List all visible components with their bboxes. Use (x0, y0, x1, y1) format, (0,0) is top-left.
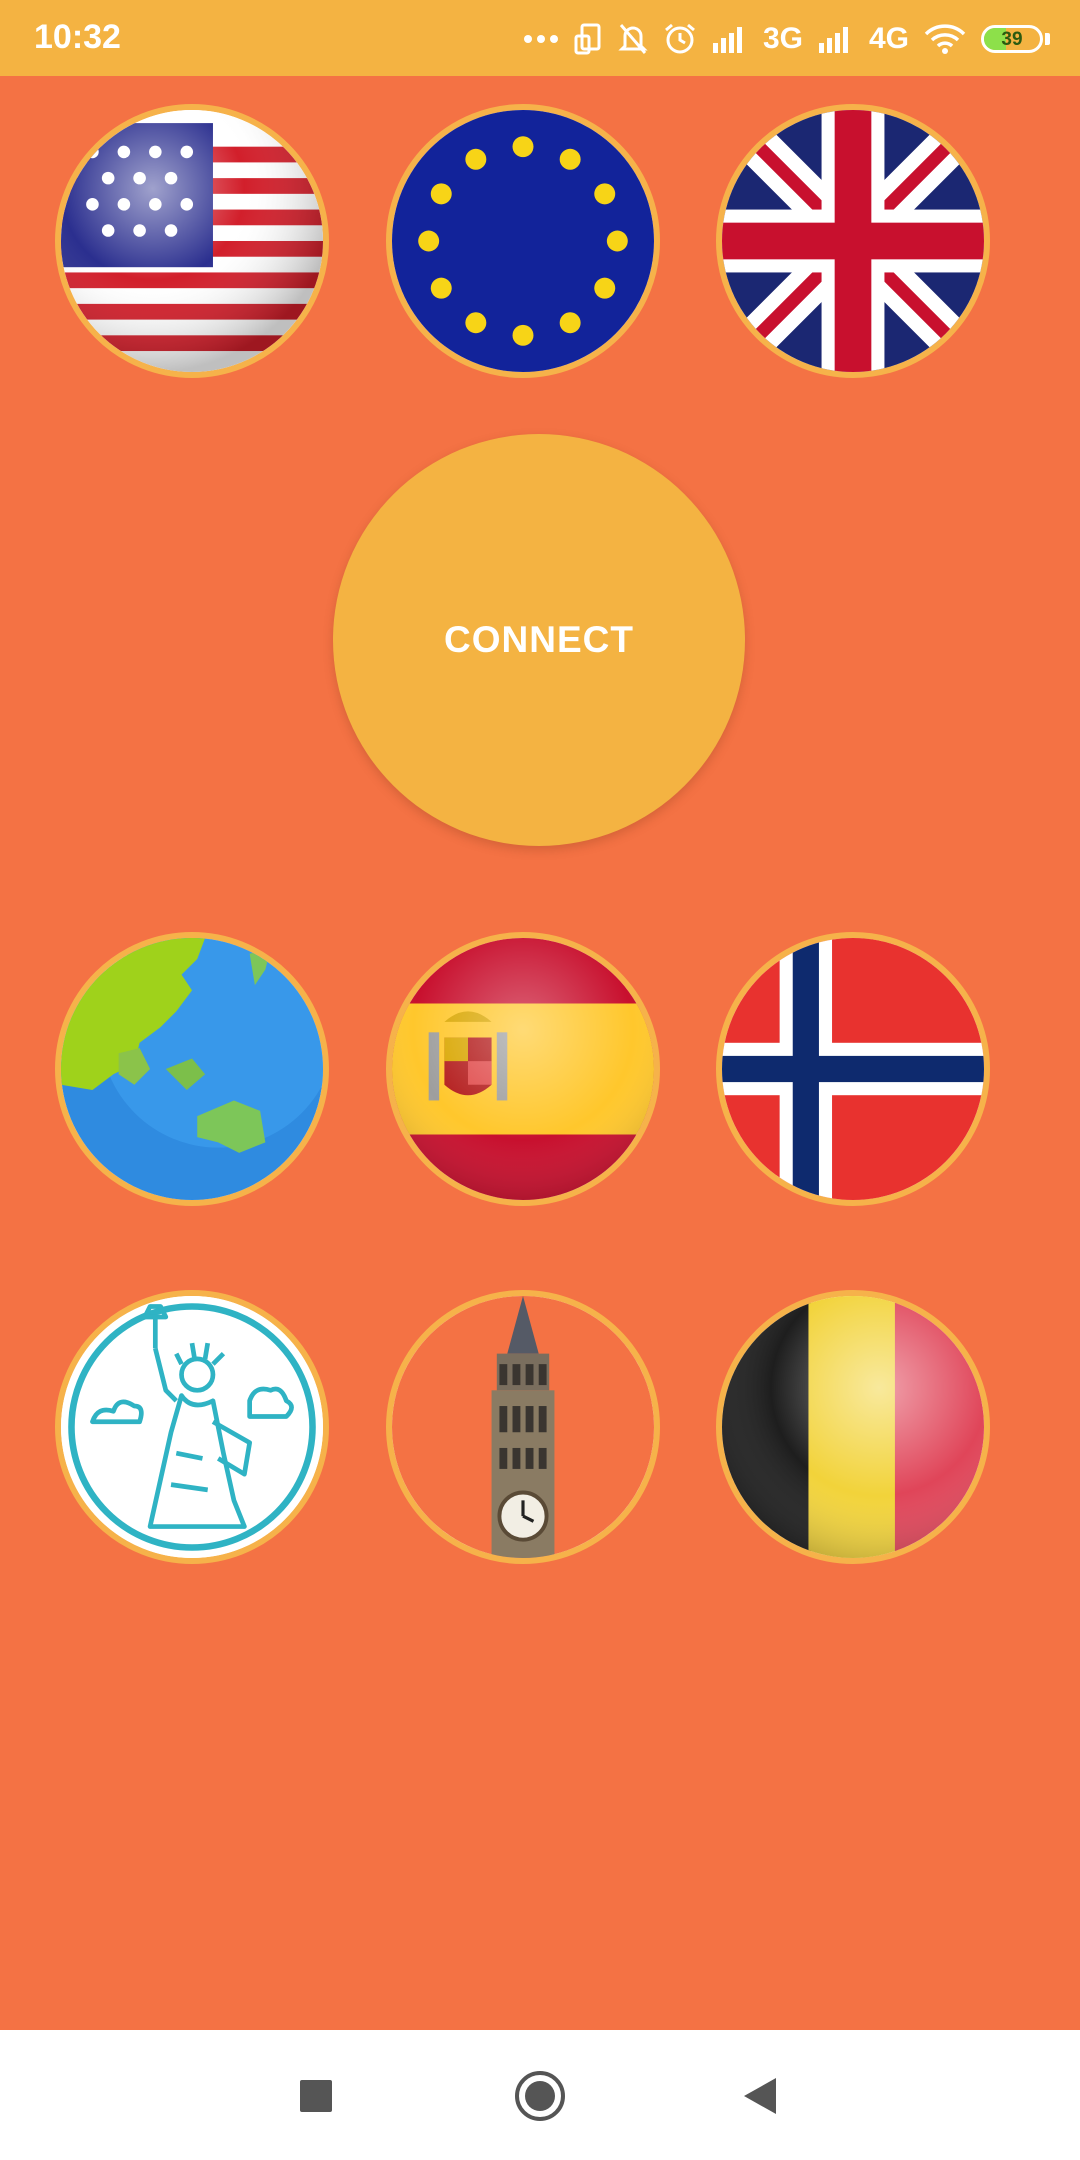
server-uk[interactable] (716, 104, 990, 378)
uk-flag-icon (722, 110, 984, 372)
home-circle-icon (515, 2071, 565, 2121)
status-time: 10:32 (34, 18, 121, 56)
home-button[interactable] (510, 2066, 570, 2126)
connect-button[interactable]: CONNECT (333, 434, 745, 846)
statue-of-liberty-icon (61, 1296, 323, 1558)
recents-square-icon (300, 2080, 332, 2112)
globe-icon (61, 938, 323, 1200)
battery-percent: 39 (1001, 29, 1023, 50)
recents-button[interactable] (286, 2066, 346, 2126)
battery-icon: 39 (981, 25, 1043, 53)
status-bar: 10:32 3G 4G 39 (0, 0, 1080, 76)
signal-icon (712, 27, 742, 53)
belgium-flag-icon (722, 1296, 984, 1558)
status-icons: 3G 4G 39 (523, 14, 1050, 64)
server-spain[interactable] (386, 932, 660, 1206)
more-dots-icon (523, 35, 558, 43)
server-eu[interactable] (386, 104, 660, 378)
server-london[interactable] (386, 1290, 660, 1564)
alarm-icon (664, 23, 695, 54)
wifi-icon (924, 24, 966, 54)
server-new-york[interactable] (55, 1290, 329, 1564)
rotate-icon (574, 23, 601, 55)
network-type-4g: 4G (868, 22, 909, 55)
back-button[interactable] (730, 2066, 790, 2126)
server-usa[interactable] (55, 104, 329, 378)
server-global[interactable] (55, 932, 329, 1206)
network-type-3g: 3G (762, 22, 803, 55)
eu-flag-icon (392, 110, 654, 372)
big-ben-icon (392, 1296, 654, 1558)
server-norway[interactable] (716, 932, 990, 1206)
spain-flag-icon (392, 938, 654, 1200)
battery-cap (1045, 33, 1050, 45)
norway-flag-icon (722, 938, 984, 1200)
usa-flag-icon (61, 110, 323, 372)
server-belgium[interactable] (716, 1290, 990, 1564)
navigation-bar (0, 2030, 1080, 2160)
mute-bell-icon (618, 24, 648, 54)
signal-icon (818, 27, 848, 53)
back-triangle-icon (744, 2078, 776, 2114)
